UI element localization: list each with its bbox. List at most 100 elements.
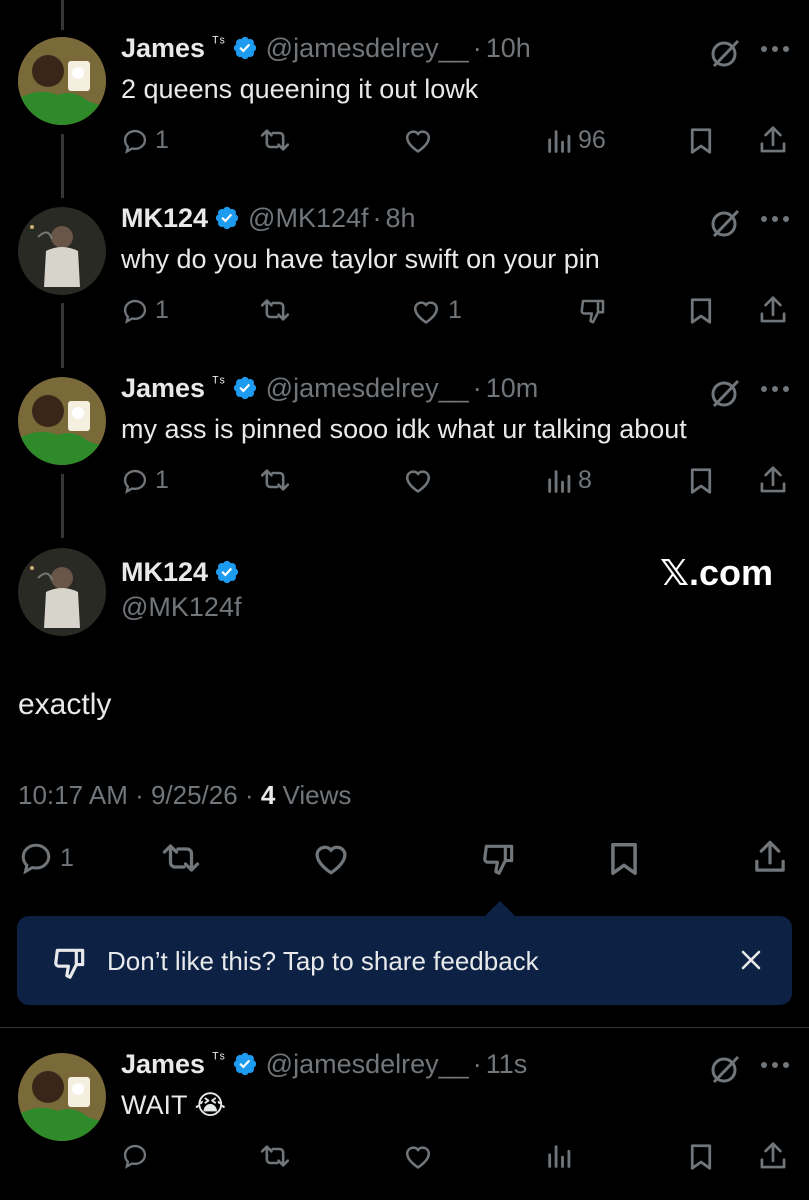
feedback-banner[interactable]: Don’t like this? Tap to share feedback (17, 916, 792, 1005)
avatar[interactable] (18, 207, 106, 295)
tweet-header: James ᵀˢ @jamesdelrey__ · 11s (121, 1046, 527, 1082)
grok-icon[interactable] (708, 206, 742, 240)
more-icon[interactable] (760, 44, 790, 54)
verified-icon (233, 1052, 256, 1076)
bookmark-button[interactable] (688, 126, 714, 156)
views-button[interactable] (546, 1142, 572, 1170)
avatar[interactable] (18, 37, 106, 125)
share-icon (760, 296, 786, 323)
reply-button[interactable]: 1 (18, 840, 74, 876)
author-name[interactable]: MK124 (121, 557, 208, 588)
reply-button[interactable] (121, 1142, 149, 1170)
tweet-timestamp[interactable]: 10:17 AM · 9/25/26 · (18, 780, 261, 810)
bookmark-button[interactable] (688, 466, 714, 496)
author-name[interactable]: MK124 (121, 203, 208, 234)
author-handle[interactable]: @jamesdelrey__ (266, 1049, 469, 1080)
grok-icon[interactable] (708, 376, 742, 410)
repost-icon (260, 469, 290, 491)
share-button[interactable] (758, 294, 788, 326)
bookmark-icon (611, 843, 637, 875)
timestamp[interactable]: 10h (486, 33, 531, 64)
bookmark-icon (690, 1144, 712, 1170)
views-count: 8 (578, 466, 592, 494)
avatar[interactable] (18, 1053, 106, 1141)
like-button[interactable] (402, 466, 434, 494)
feedback-caret (484, 901, 516, 917)
separator: · (472, 32, 482, 63)
bookmark-button[interactable] (688, 1142, 714, 1172)
reply-icon (123, 299, 147, 324)
repost-button[interactable] (160, 840, 202, 876)
avatar[interactable] (18, 548, 106, 636)
name-badge: ᵀˢ (212, 33, 226, 51)
tweet-header: MK124 @MK124f · 8h (121, 200, 416, 236)
timestamp[interactable]: 11s (486, 1049, 528, 1080)
tweet-header: James ᵀˢ @jamesdelrey__ · 10h (121, 30, 531, 66)
reply-count: 1 (155, 126, 169, 154)
dislike-button[interactable] (578, 296, 608, 326)
timestamp[interactable]: 10m (486, 373, 539, 404)
author-handle[interactable]: @jamesdelrey__ (266, 373, 469, 404)
views-icon (548, 129, 571, 153)
feedback-text[interactable]: Don’t like this? Tap to share feedback (107, 946, 539, 977)
tweet-meta: 10:17 AM · 9/25/26 · 4 Views (18, 780, 351, 811)
more-icon[interactable] (760, 1060, 790, 1070)
dislike-icon (483, 844, 514, 875)
reply-count: 1 (155, 466, 169, 494)
like-button[interactable]: 1 (410, 296, 462, 325)
reply-button[interactable]: 1 (121, 296, 169, 325)
repost-button[interactable] (258, 296, 292, 324)
grok-icon[interactable] (708, 36, 742, 70)
separator: · (472, 372, 482, 403)
author-handle[interactable]: @MK124f (248, 203, 368, 234)
share-button[interactable] (758, 124, 788, 156)
name-badge: ᵀˢ (212, 1049, 226, 1067)
reply-button[interactable]: 1 (121, 126, 169, 155)
like-button[interactable] (402, 126, 434, 154)
author-name[interactable]: James (121, 33, 205, 64)
dislike-icon (54, 948, 85, 979)
reply-icon (123, 1144, 147, 1169)
dislike-button[interactable] (480, 840, 518, 878)
grok-icon[interactable] (708, 1052, 742, 1086)
author-handle[interactable]: @MK124f (121, 592, 241, 623)
like-icon (413, 300, 439, 324)
thread-line (61, 303, 64, 368)
like-icon (315, 845, 347, 875)
separator: · (372, 202, 382, 233)
more-icon[interactable] (760, 384, 790, 394)
like-button[interactable] (402, 1142, 434, 1170)
share-icon (760, 126, 786, 153)
name-badge: ᵀˢ (212, 373, 226, 391)
verified-icon (215, 560, 239, 584)
share-icon (760, 466, 786, 493)
tweet-text: WAIT 😭 (121, 1090, 227, 1120)
repost-icon (260, 1145, 290, 1167)
views-button[interactable]: 8 (546, 466, 592, 495)
bookmark-button[interactable] (608, 840, 640, 878)
share-icon (760, 1142, 786, 1169)
tweet-header: James ᵀˢ @jamesdelrey__ · 10m (121, 370, 538, 406)
share-button[interactable] (758, 464, 788, 496)
share-button[interactable] (752, 838, 788, 876)
verified-icon (215, 206, 239, 230)
more-icon[interactable] (760, 214, 790, 224)
avatar[interactable] (18, 377, 106, 465)
reply-button[interactable]: 1 (121, 466, 169, 495)
views-button[interactable]: 96 (546, 126, 606, 155)
timestamp[interactable]: 8h (386, 203, 416, 234)
repost-button[interactable] (258, 126, 292, 154)
divider (0, 1027, 809, 1028)
repost-button[interactable] (258, 466, 292, 494)
like-button[interactable] (310, 840, 352, 876)
share-button[interactable] (758, 1140, 788, 1172)
dislike-icon (580, 299, 605, 324)
like-icon (405, 130, 431, 153)
bookmark-button[interactable] (688, 296, 714, 326)
repost-button[interactable] (258, 1142, 292, 1170)
bookmark-icon (690, 298, 712, 324)
author-name[interactable]: James (121, 373, 205, 404)
author-handle[interactable]: @jamesdelrey__ (266, 33, 469, 64)
author-name[interactable]: James (121, 1049, 205, 1080)
close-icon[interactable] (739, 948, 763, 972)
